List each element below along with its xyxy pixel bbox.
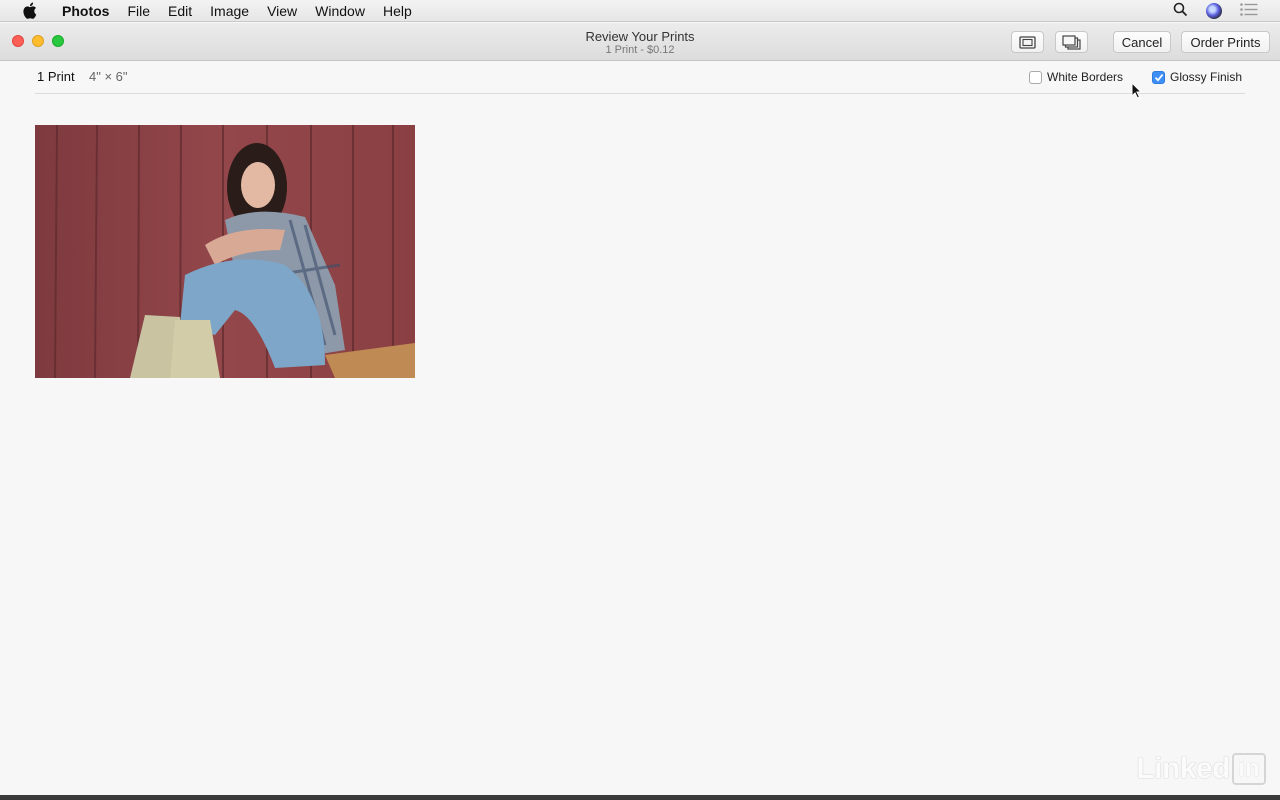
mouse-cursor-icon bbox=[1131, 81, 1143, 104]
window-bottom-edge bbox=[0, 795, 1280, 800]
stack-view-button[interactable] bbox=[1055, 31, 1088, 53]
order-prints-button[interactable]: Order Prints bbox=[1181, 31, 1270, 53]
menu-window[interactable]: Window bbox=[306, 0, 374, 22]
print-size: 4" × 6" bbox=[89, 69, 128, 84]
watermark-text: Linked bbox=[1136, 752, 1230, 785]
watermark-in-box: in bbox=[1232, 753, 1266, 785]
stacked-photos-view-icon bbox=[1062, 34, 1081, 50]
window-titlebar: Review Your Prints 1 Print - $0.12 Cance… bbox=[0, 23, 1280, 61]
menubar-status-area bbox=[1173, 0, 1258, 22]
single-view-button[interactable] bbox=[1011, 31, 1044, 53]
notification-center-icon[interactable] bbox=[1240, 3, 1258, 19]
search-icon[interactable] bbox=[1173, 2, 1188, 20]
checkmark-icon bbox=[1154, 73, 1163, 81]
menu-file[interactable]: File bbox=[118, 0, 159, 22]
menu-help[interactable]: Help bbox=[374, 0, 421, 22]
menu-image[interactable]: Image bbox=[201, 0, 258, 22]
window-subtitle: 1 Print - $0.12 bbox=[605, 44, 675, 56]
menu-photos[interactable]: Photos bbox=[53, 0, 118, 22]
menu-edit[interactable]: Edit bbox=[159, 0, 201, 22]
glossy-finish-option[interactable]: Glossy Finish bbox=[1152, 70, 1242, 84]
menu-view[interactable]: View bbox=[258, 0, 306, 22]
menu-bar: Photos File Edit Image View Window Help bbox=[0, 0, 1280, 22]
siri-icon[interactable] bbox=[1206, 3, 1222, 19]
cancel-button[interactable]: Cancel bbox=[1113, 31, 1171, 53]
glossy-finish-label: Glossy Finish bbox=[1170, 70, 1243, 84]
window-title: Review Your Prints bbox=[585, 29, 695, 44]
single-photo-view-icon bbox=[1019, 35, 1036, 49]
print-count: 1 Print bbox=[37, 69, 75, 84]
window-title-block: Review Your Prints 1 Print - $0.12 bbox=[0, 29, 1280, 57]
print-options-bar: 1 Print 4" × 6" White Borders Glossy Fin… bbox=[35, 62, 1245, 94]
glossy-finish-checkbox[interactable] bbox=[1152, 70, 1165, 84]
white-borders-option[interactable]: White Borders bbox=[1029, 70, 1123, 84]
white-borders-checkbox[interactable] bbox=[1029, 70, 1042, 84]
white-borders-label: White Borders bbox=[1047, 70, 1124, 84]
linkedin-watermark: Linked in bbox=[1136, 752, 1266, 786]
print-photo-preview[interactable] bbox=[35, 125, 415, 378]
apple-logo-icon[interactable] bbox=[19, 2, 39, 20]
